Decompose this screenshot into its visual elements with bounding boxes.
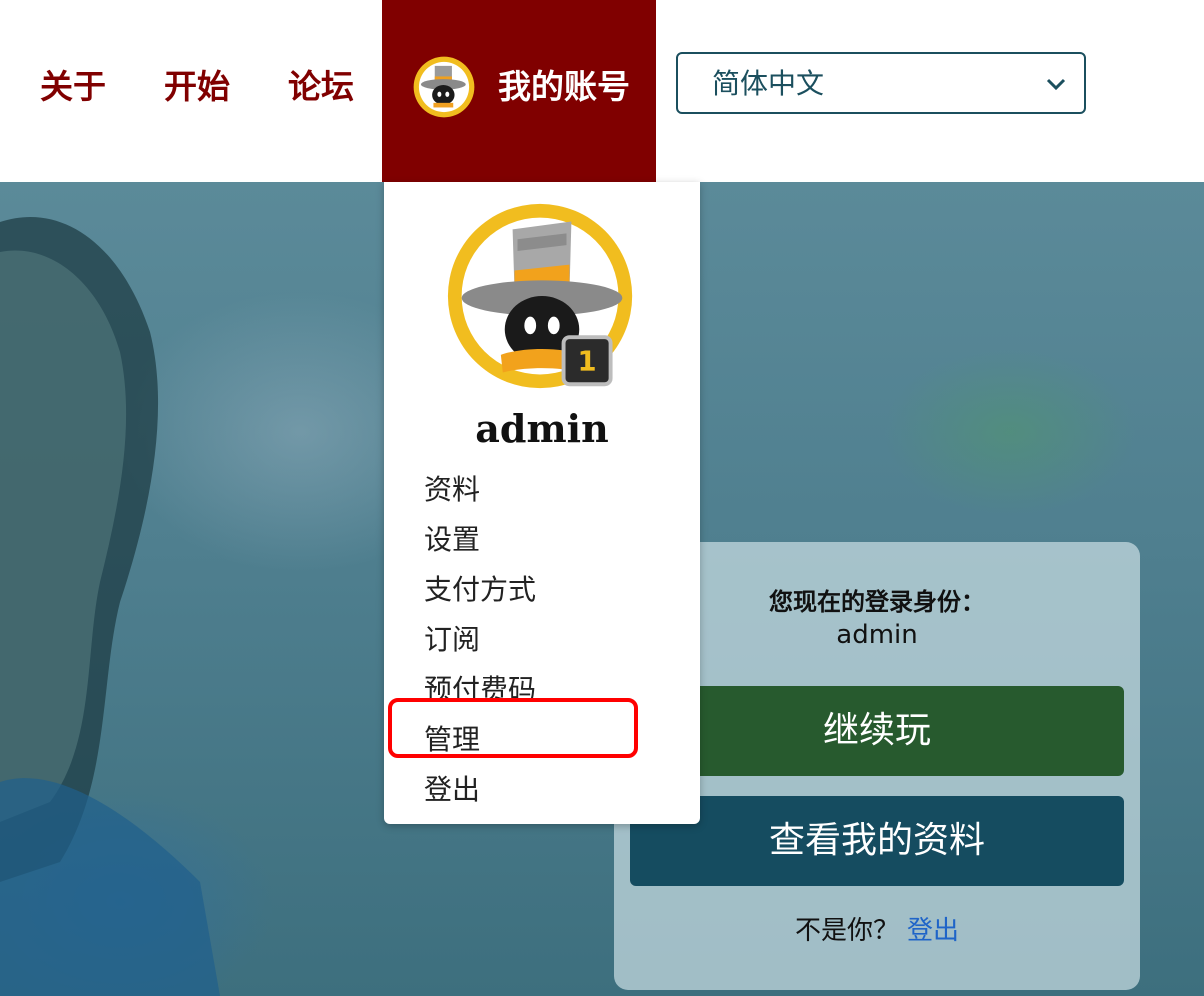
continue-play-button[interactable]: 继续玩 — [630, 686, 1124, 776]
user-avatar: 1 — [447, 203, 633, 389]
language-select[interactable]: 简体中文 — [676, 52, 1086, 114]
menu-item-payment-methods[interactable]: 支付方式 — [424, 570, 536, 610]
menu-item-settings[interactable]: 设置 — [424, 520, 480, 560]
nav-my-account[interactable]: 我的账号 — [382, 0, 656, 182]
nav-link-start[interactable]: 开始 — [164, 64, 230, 110]
menu-item-profile[interactable]: 资料 — [424, 470, 480, 510]
level-badge: 1 — [578, 347, 597, 378]
nav-my-account-label: 我的账号 — [498, 67, 630, 106]
not-you-line: 不是你？ 登出 — [614, 910, 1140, 947]
nav-link-forum[interactable]: 论坛 — [288, 64, 354, 110]
menu-item-logout[interactable]: 登出 — [424, 770, 480, 810]
not-you-text: 不是你？ — [794, 916, 899, 946]
menu-item-admin[interactable]: 管理 — [424, 720, 480, 760]
avatar-icon — [413, 56, 475, 118]
menu-item-prepaid-codes[interactable]: 预付费码 — [424, 670, 536, 710]
dropdown-username: admin — [475, 406, 609, 451]
logout-link[interactable]: 登出 — [907, 916, 959, 946]
view-profile-button[interactable]: 查看我的资料 — [630, 796, 1124, 886]
top-navbar: 关于 开始 论坛 我的账号 简体中文 — [0, 0, 1204, 182]
nav-link-about[interactable]: 关于 — [40, 64, 106, 110]
account-dropdown-menu: 1 admin 资料 设置 支付方式 订阅 预付费码 管理 登出 — [384, 182, 700, 824]
menu-item-subscriptions[interactable]: 订阅 — [424, 620, 480, 660]
chevron-down-icon — [1046, 78, 1066, 91]
language-select-value: 简体中文 — [712, 67, 825, 100]
